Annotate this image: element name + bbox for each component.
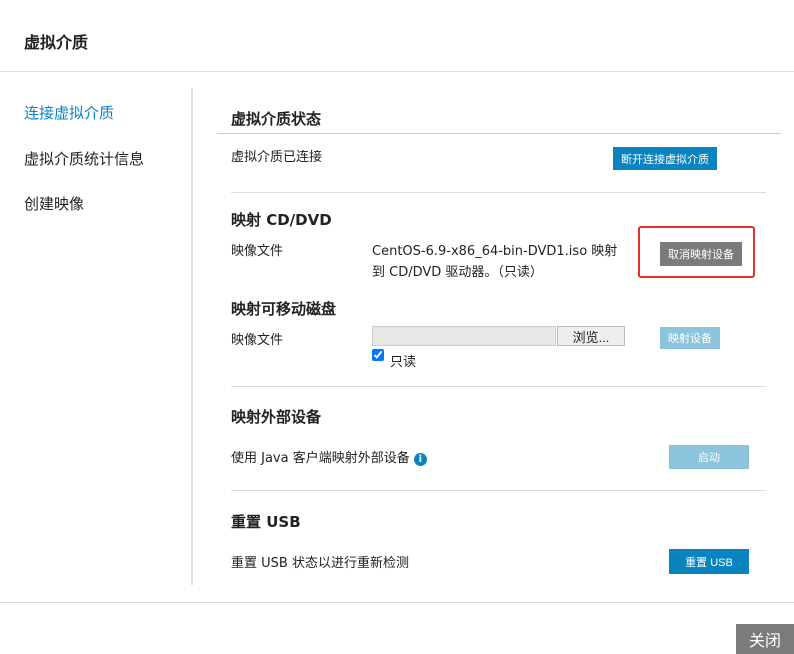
reset-usb-button[interactable]: 重置 USB [669,549,749,574]
divider [0,71,794,72]
removable-field-label: 映像文件 [231,333,284,348]
browse-button[interactable]: 浏览... [557,326,625,346]
status-text: 虚拟介质已连接 [231,150,323,165]
cddvd-heading: 映射 CD/DVD [231,211,332,229]
cddvd-value-line2: 到 CD/DVD 驱动器。（只读） [372,265,543,280]
readonly-label: 只读 [390,355,417,370]
dialog-title: 虚拟介质 [24,33,89,52]
usb-heading: 重置 USB [231,513,301,531]
start-button[interactable]: 启动 [669,445,749,469]
usb-text: 重置 USB 状态以进行重新检测 [231,556,409,571]
cddvd-value-line1: CentOS-6.9-x86_64-bin-DVD1.iso 映射 [372,244,618,259]
unmap-device-button[interactable]: 取消映射设备 [660,242,742,266]
external-heading: 映射外部设备 [231,408,322,426]
divider [0,602,794,603]
sidebar-divider [191,88,193,585]
divider [217,133,781,134]
status-heading: 虚拟介质状态 [231,110,322,128]
divider [231,490,766,491]
external-text-label: 使用 Java 客户端映射外部设备 [231,451,410,466]
map-device-button[interactable]: 映射设备 [660,327,720,349]
cddvd-field-label: 映像文件 [231,244,284,259]
image-file-input[interactable] [372,326,556,346]
info-icon[interactable]: i [413,453,427,466]
sidebar-item-connect[interactable]: 连接虚拟介质 [24,102,114,123]
external-text: 使用 Java 客户端映射外部设备 i [231,447,427,466]
readonly-checkbox[interactable] [372,349,384,361]
sidebar-item-stats[interactable]: 虚拟介质统计信息 [24,148,144,169]
divider [231,192,766,193]
removable-heading: 映射可移动磁盘 [231,300,337,318]
divider [231,386,766,387]
sidebar-item-create-image[interactable]: 创建映像 [24,193,84,214]
close-button[interactable]: 关闭 [736,624,794,654]
disconnect-button[interactable]: 断开连接虚拟介质 [613,147,717,170]
